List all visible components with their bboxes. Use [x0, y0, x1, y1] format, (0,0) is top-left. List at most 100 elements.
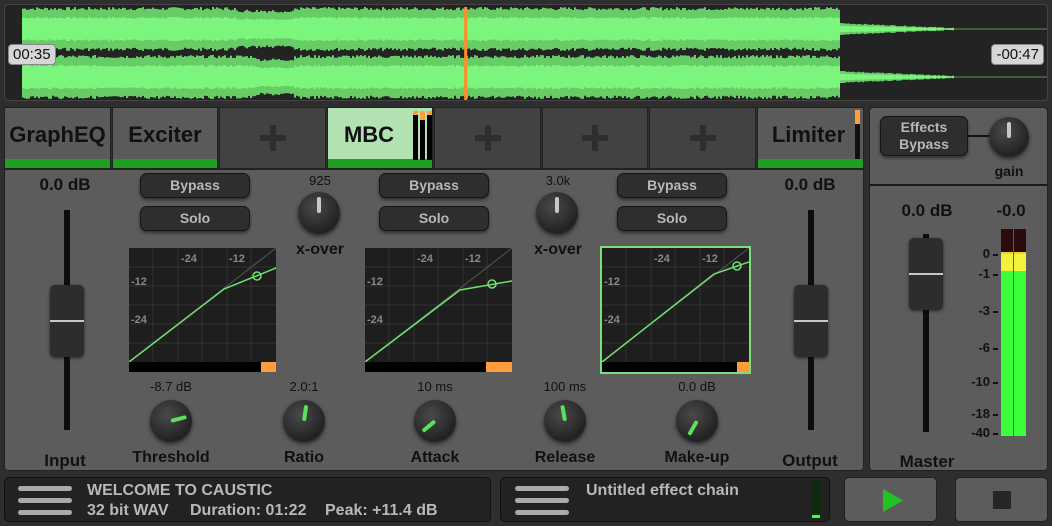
input-fader-handle[interactable]	[50, 285, 84, 357]
master-fader-handle[interactable]	[909, 238, 943, 310]
input-label: Input	[44, 451, 86, 470]
gain-knob[interactable]	[989, 117, 1029, 157]
play-icon	[883, 489, 903, 512]
master-meter-left	[1001, 229, 1013, 436]
output-label: Output	[782, 451, 838, 470]
graph-y-label: -12	[131, 276, 147, 288]
tab-active-indicator	[113, 159, 217, 168]
tab-add-effect-2[interactable]	[434, 107, 541, 169]
compression-curve: -24 -12 -12 -24	[365, 248, 512, 363]
tab-add-effect-4[interactable]	[649, 107, 756, 169]
ratio-label: Ratio	[284, 449, 324, 466]
attack-knob[interactable]	[414, 400, 456, 442]
meter-scale-tick	[993, 274, 998, 276]
song-info-box[interactable]: WELCOME TO CAUSTIC 32 bit WAV Duration: …	[4, 477, 491, 522]
master-label: Master	[899, 452, 955, 471]
input-value: 0.0 dB	[39, 175, 91, 194]
band-1-compression-graph[interactable]: -24 -12 -12 -24	[129, 248, 276, 372]
threshold-knob[interactable]	[150, 400, 192, 442]
master-volume-value: 0.0 dB	[901, 201, 953, 220]
make-up-label: Make-up	[664, 449, 730, 466]
make-up-knob[interactable]	[676, 400, 718, 442]
crossover-1-value: 925	[309, 173, 331, 188]
song-title: WELCOME TO CAUSTIC	[87, 482, 273, 499]
band-meter-3	[427, 111, 432, 160]
band-3-solo-button[interactable]: Solo	[617, 206, 727, 231]
band-1-solo-button[interactable]: Solo	[140, 206, 250, 231]
tab-mbc[interactable]: MBC	[327, 107, 433, 169]
tab-graph-eq[interactable]: GraphEQ	[4, 107, 111, 169]
meter-scale-label: -10	[971, 374, 990, 389]
meter-scale-label: -6	[978, 340, 990, 355]
plus-icon	[689, 125, 716, 151]
waveform	[22, 7, 1047, 100]
plus-icon	[259, 125, 286, 151]
remaining-time: -00:47	[991, 44, 1044, 65]
crossover-2-value: 3.0k	[545, 173, 571, 188]
meter-scale-label: -1	[978, 266, 990, 281]
knob-value: -8.7 dB	[150, 379, 192, 394]
crossover-2-label: x-over	[533, 241, 583, 258]
master-peak-value: -0.0	[996, 201, 1026, 220]
band-2-bypass-button[interactable]: Bypass	[379, 173, 489, 198]
tab-label: MBC	[343, 122, 395, 147]
meter-scale-tick	[993, 433, 998, 435]
tab-limiter[interactable]: Limiter	[757, 107, 864, 169]
band-2-solo-button[interactable]: Solo	[379, 206, 489, 231]
graph-y-label: -12	[367, 276, 383, 288]
song-menu-icon[interactable]	[18, 486, 72, 516]
band-3-bypass-button[interactable]: Bypass	[617, 173, 727, 198]
band-meter-2	[420, 111, 425, 160]
tab-exciter[interactable]: Exciter	[112, 107, 218, 169]
attack-label: Attack	[410, 449, 460, 466]
output-fader-handle[interactable]	[794, 285, 828, 357]
meter-scale-label: 0	[982, 246, 990, 261]
crossover-1-knob[interactable]	[298, 192, 340, 234]
gain-reduction-meter	[129, 362, 276, 372]
effects-bypass-button[interactable]: Effects Bypass	[880, 116, 968, 156]
band-3-compression-graph[interactable]: -24 -12 -12 -24	[600, 246, 751, 374]
chain-name: Untitled effect chain	[586, 482, 739, 499]
graph-x-label: -24	[181, 253, 198, 265]
tab-add-effect-1[interactable]	[219, 107, 326, 169]
tab-add-effect-3[interactable]	[542, 107, 648, 169]
knob-value: 2.0:1	[289, 379, 319, 394]
knob-value: 0.0 dB	[678, 379, 716, 394]
band-2-compression-graph[interactable]: -24 -12 -12 -24	[365, 248, 512, 372]
master-meter-right	[1014, 229, 1026, 436]
meter-scale-tick	[993, 382, 998, 384]
waveform-display[interactable]: 00:35 -00:47	[4, 4, 1048, 101]
mbc-panel: 0.0 dB Input 0.0 dB Output Bypass Solo -…	[4, 169, 864, 471]
band-1-bypass-button[interactable]: Bypass	[140, 173, 250, 198]
knob-value: 100 ms	[543, 379, 587, 394]
graph-x-label: -24	[654, 253, 671, 265]
release-knob[interactable]	[544, 400, 586, 442]
chain-menu-icon[interactable]	[515, 486, 569, 516]
tab-active-indicator	[328, 159, 432, 168]
graph-x-label: -24	[417, 253, 434, 265]
plus-icon	[582, 125, 608, 151]
graph-y-label: -12	[604, 276, 620, 288]
connector-line	[968, 135, 990, 137]
knob-value: 10 ms	[417, 379, 453, 394]
tab-label: Exciter	[128, 122, 202, 147]
meter-scale-tick	[993, 414, 998, 416]
tab-active-indicator	[5, 159, 110, 168]
release-label: Release	[534, 449, 596, 466]
stop-button[interactable]	[955, 477, 1048, 522]
crossover-2-knob[interactable]	[536, 192, 578, 234]
meter-scale-label: -3	[978, 303, 990, 318]
master-panel: Effects Bypass gain 0.0 dB -0.0 Master 0…	[869, 107, 1048, 471]
compression-curve: -24 -12 -12 -24	[129, 248, 276, 363]
gain-reduction-meter	[602, 362, 749, 372]
playhead[interactable]	[464, 7, 468, 100]
threshold-label: Threshold	[132, 449, 210, 466]
graph-x-label: -12	[702, 253, 718, 265]
effect-chain-box[interactable]: Untitled effect chain	[500, 477, 830, 522]
ratio-knob[interactable]	[283, 400, 325, 442]
tab-active-indicator	[758, 159, 863, 168]
play-button[interactable]	[844, 477, 937, 522]
tab-label: GraphEQ	[9, 122, 106, 147]
meter-scale-tick	[993, 348, 998, 350]
stop-icon	[993, 491, 1011, 509]
